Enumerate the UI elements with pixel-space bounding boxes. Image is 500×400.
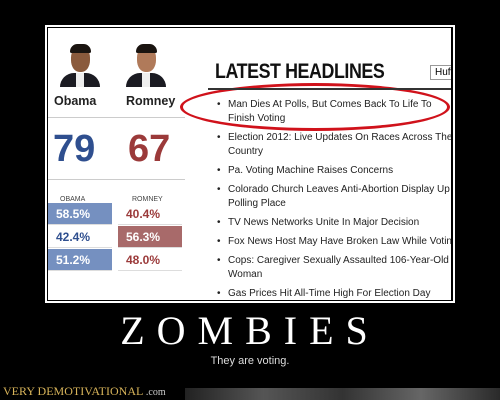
divider [48,117,185,118]
result-cell: 42.4% [48,226,112,248]
divider [208,88,451,90]
headline-text: Finish Voting [228,113,286,124]
footer-strip [185,388,500,400]
poster-title: ZOMBIES [120,308,380,353]
headline-text: TV News Networks Unite In Major Decision [228,217,420,228]
divider [48,179,185,180]
screenshot: Obama Romney 79 67 OBAMA ROMNEY 58.5% 40.… [48,28,451,300]
headline-item[interactable]: Pa. Voting Machine Raises Concerns [214,164,451,178]
headline-text: Colorado Church Leaves Anti-Abortion Dis… [228,184,450,195]
candidate-name: Romney [126,94,176,108]
obama-votes: 79 [53,128,96,170]
col-label: ROMNEY [132,196,163,203]
source-select[interactable]: HuffPost [430,65,451,80]
headline-text: Cops: Caregiver Sexually Assaulted 106-Y… [228,255,449,266]
result-cell: 51.2% [48,249,112,271]
result-cell: 58.5% [48,203,112,225]
headline-item[interactable]: Gas Prices Hit All-Time High For Electio… [214,287,451,300]
poster-subtitle: They are voting. [210,355,290,367]
headline-item[interactable]: TV News Networks Unite In Major Decision [214,216,451,230]
headline-text: Polling Place [228,198,286,209]
headline-item[interactable]: Man Dies At Polls, But Comes Back To Lif… [214,98,451,126]
headline-item[interactable]: Colorado Church Leaves Anti-Abortion Dis… [214,183,451,211]
headline-text: Pa. Voting Machine Raises Concerns [228,165,394,176]
headline-text: Woman [228,269,263,280]
romney-votes: 67 [128,128,171,170]
headline-text: Gas Prices Hit All-Time High For Electio… [228,288,431,299]
romney-photo [126,44,166,88]
headlines-title: LATEST HEADLINES [215,60,385,83]
candidate-name: Obama [54,94,97,108]
result-cell: 48.0% [118,249,182,271]
col-label: OBAMA [60,196,86,203]
headline-text: Country [228,146,264,157]
obama-photo [60,44,100,88]
headline-text: Election 2012: Live Updates On Races Acr… [228,132,451,143]
headline-list: Man Dies At Polls, But Comes Back To Lif… [214,98,451,300]
headline-item[interactable]: Cops: Caregiver Sexually Assaulted 106-Y… [214,254,451,282]
headline-text: Fox News Host May Have Broken Law While … [228,236,451,247]
headline-text: Man Dies At Polls, But Comes Back To Lif… [228,99,432,110]
result-cell: 56.3% [118,226,182,248]
brand-logo[interactable]: VERY DEMOTIVATIONAL .com [3,384,166,399]
headline-item[interactable]: Election 2012: Live Updates On Races Acr… [214,131,451,159]
result-cell: 40.4% [118,203,182,225]
headline-item[interactable]: Fox News Host May Have Broken Law While … [214,235,451,249]
